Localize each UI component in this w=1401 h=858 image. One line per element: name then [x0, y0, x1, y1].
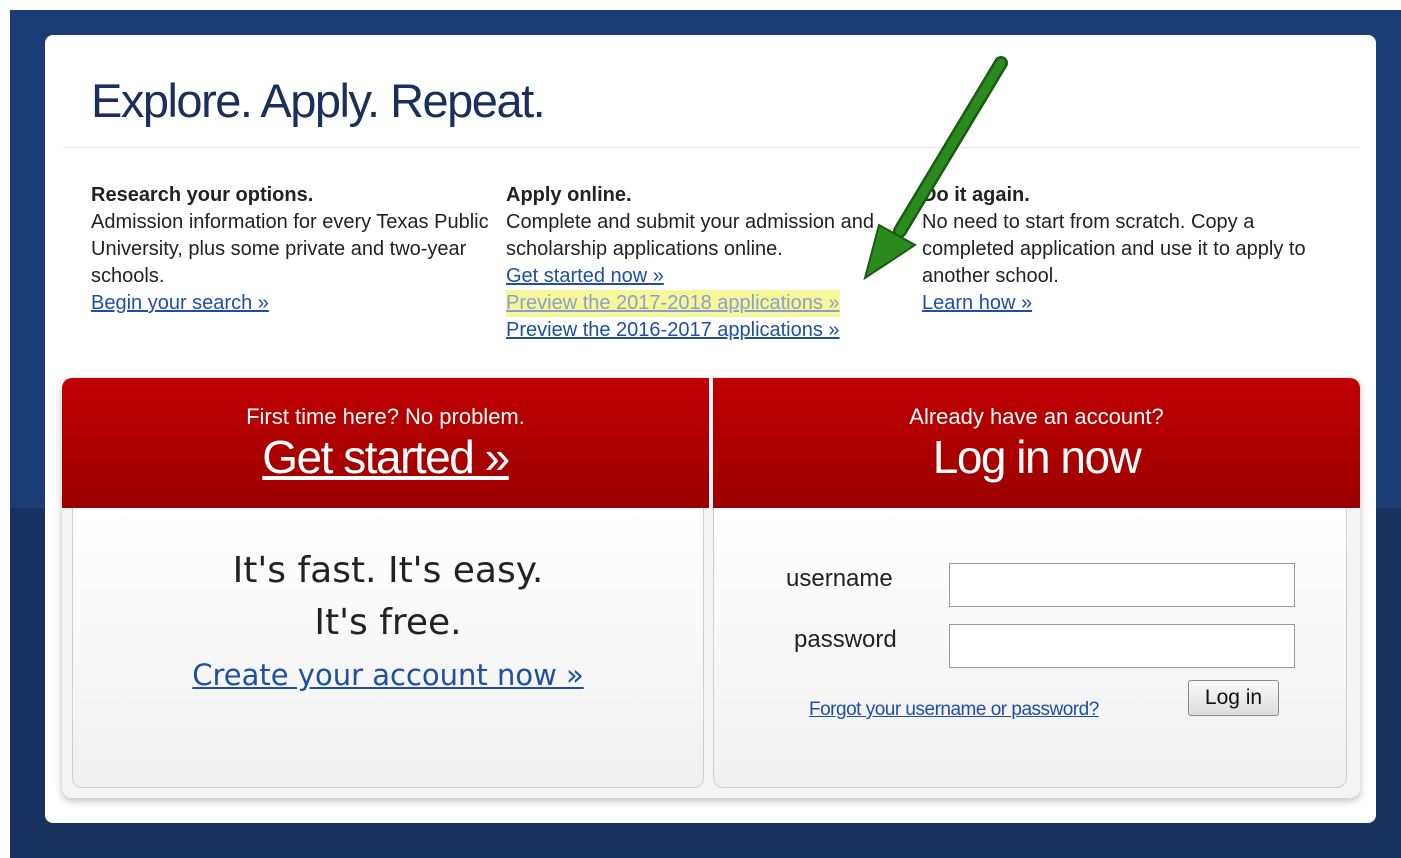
username-label: username	[786, 565, 893, 592]
create-account-link[interactable]: Create your account now »	[73, 658, 703, 692]
divider	[63, 147, 1359, 148]
username-input[interactable]	[949, 563, 1295, 607]
login-body: username password Forgot your username o…	[713, 508, 1347, 788]
column-apply: Apply online. Complete and submit your a…	[506, 182, 911, 344]
get-started-link[interactable]: Get started »	[62, 430, 709, 484]
login-heading: Log in now	[932, 431, 1142, 483]
column-text: No need to start from scratch. Copy a co…	[922, 211, 1306, 287]
begin-search-link[interactable]: Begin your search »	[91, 290, 269, 317]
header-subtitle: First time here? No problem.	[246, 404, 525, 429]
column-text: Admission information for every Texas Pu…	[91, 211, 489, 287]
get-started-panel: First time here? No problem. Get started…	[62, 378, 709, 788]
get-started-header: First time here? No problem. Get started…	[62, 378, 709, 508]
get-started-body: It's fast. It's easy. It's free. Create …	[72, 508, 704, 788]
tagline: It's fast. It's easy.	[232, 550, 544, 591]
column-heading: Apply online.	[506, 184, 632, 206]
login-button[interactable]: Log in	[1188, 680, 1279, 716]
login-header: Already have an account? Log in now	[713, 378, 1360, 508]
header-subtitle: Already have an account?	[909, 404, 1164, 429]
column-text: Complete and submit your admission and s…	[506, 211, 874, 260]
tagline: It's free.	[314, 602, 462, 643]
column-research: Research your options. Admission informa…	[91, 182, 496, 317]
learn-how-link[interactable]: Learn how »	[922, 290, 1032, 317]
main-card: Explore. Apply. Repeat. Research your op…	[45, 35, 1376, 823]
get-started-now-link[interactable]: Get started now »	[506, 263, 664, 290]
column-heading: Do it again.	[922, 184, 1030, 206]
column-repeat: Do it again. No need to start from scrat…	[922, 182, 1342, 317]
login-panel: Already have an account? Log in now user…	[713, 378, 1360, 788]
password-input[interactable]	[949, 624, 1295, 668]
column-heading: Research your options.	[91, 184, 314, 206]
preview-2016-2017-link[interactable]: Preview the 2016-2017 applications »	[506, 317, 840, 344]
forgot-credentials-link[interactable]: Forgot your username or password?	[809, 699, 1099, 721]
account-panels: First time here? No problem. Get started…	[62, 378, 1360, 798]
preview-2017-2018-link[interactable]: Preview the 2017-2018 applications »	[506, 290, 840, 317]
page-title: Explore. Apply. Repeat.	[91, 74, 546, 127]
password-label: password	[794, 626, 897, 653]
